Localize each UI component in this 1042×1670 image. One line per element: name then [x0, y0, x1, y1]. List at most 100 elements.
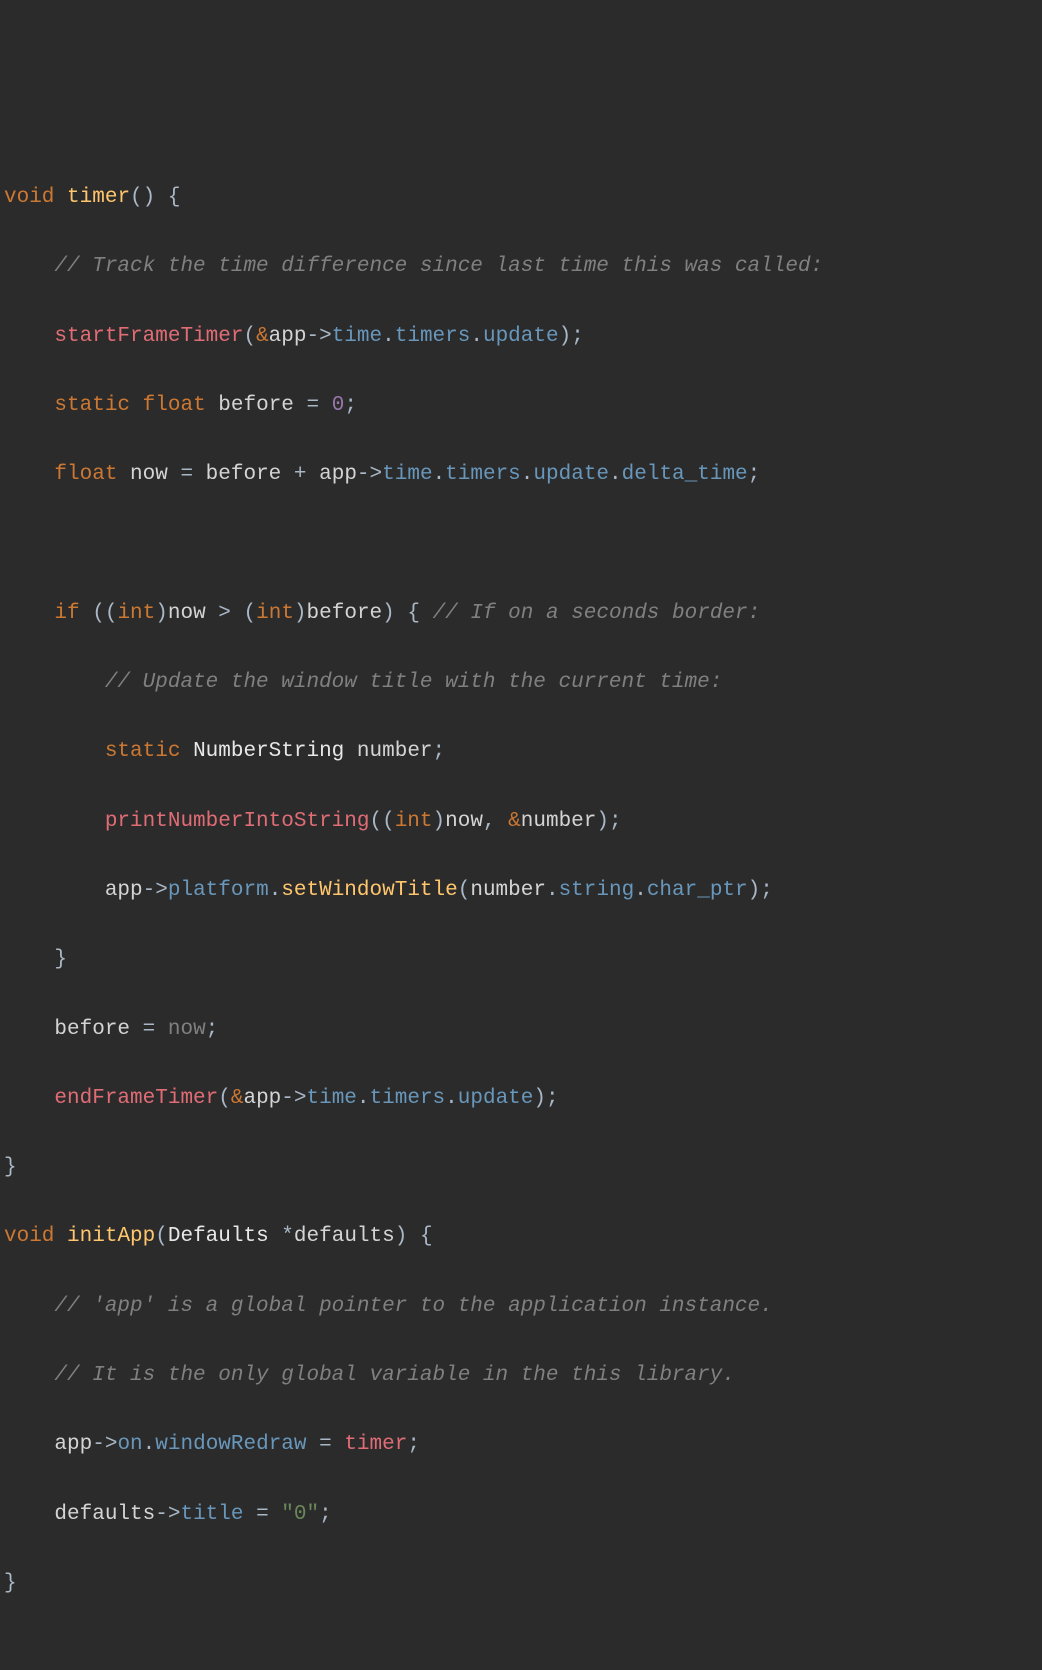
semicolon: ; — [748, 463, 761, 486]
dot: . — [445, 1087, 458, 1110]
keyword-void: void — [4, 186, 54, 209]
keyword-float: float — [54, 463, 117, 486]
member: update — [533, 463, 609, 486]
paren-open: ( — [244, 602, 257, 625]
ampersand: & — [256, 325, 269, 348]
semicolon: ; — [344, 394, 357, 417]
paren: (( — [80, 602, 118, 625]
semicolon: ; — [319, 1503, 332, 1526]
member: timers — [395, 325, 471, 348]
function-name: timer — [67, 186, 130, 209]
equals: = — [307, 1433, 345, 1456]
member: delta_time — [622, 463, 748, 486]
member: update — [483, 325, 559, 348]
dot: . — [546, 879, 559, 902]
semicolon: ; — [760, 879, 773, 902]
keyword-int: int — [395, 810, 433, 833]
member: on — [117, 1433, 142, 1456]
type-name: NumberString — [193, 740, 344, 763]
arrow-operator: -> — [155, 1503, 180, 1526]
variable: app — [269, 325, 307, 348]
arrow-operator: -> — [357, 463, 382, 486]
variable: before — [307, 602, 383, 625]
parameter: defaults — [294, 1225, 395, 1248]
code-line: before = now; — [4, 1013, 1038, 1048]
code-line: printNumberIntoString((int)now, &number)… — [4, 805, 1038, 840]
semicolon: ; — [407, 1433, 420, 1456]
ampersand: & — [231, 1087, 244, 1110]
variable: app — [105, 879, 143, 902]
paren: (( — [369, 810, 394, 833]
brace-close: } — [54, 948, 67, 971]
keyword-static: static — [54, 394, 130, 417]
variable: now — [168, 1018, 206, 1041]
variable: number — [357, 740, 433, 763]
arrow-operator: -> — [281, 1087, 306, 1110]
variable: now — [168, 602, 206, 625]
member: timers — [445, 463, 521, 486]
member: update — [458, 1087, 534, 1110]
function-name: initApp — [67, 1225, 155, 1248]
keyword-float: float — [143, 394, 206, 417]
code-line: } — [4, 1151, 1038, 1186]
variable: before — [218, 394, 294, 417]
comment: // If on a seconds border: — [420, 602, 760, 625]
code-line: // It is the only global variable in the… — [4, 1359, 1038, 1394]
function-call: startFrameTimer — [54, 325, 243, 348]
comment: // Track the time difference since last … — [54, 255, 823, 278]
paren-open: ( — [458, 879, 471, 902]
variable: before — [54, 1018, 130, 1041]
function-ref: timer — [344, 1433, 407, 1456]
variable: app — [319, 463, 357, 486]
equals: = — [130, 1018, 168, 1041]
paren-close: ) — [155, 602, 168, 625]
equals: = — [168, 463, 206, 486]
code-line: void timer() { — [4, 181, 1038, 216]
semicolon: ; — [433, 740, 446, 763]
number-literal: 0 — [332, 394, 345, 417]
member: timers — [370, 1087, 446, 1110]
comma: , — [483, 810, 508, 833]
variable: now — [130, 463, 168, 486]
brace-open: { — [407, 1225, 432, 1248]
arrow-operator: -> — [92, 1433, 117, 1456]
paren-close: ) — [294, 602, 307, 625]
paren-open: ( — [243, 325, 256, 348]
member: platform — [168, 879, 269, 902]
paren-close: ) — [596, 810, 609, 833]
code-line: // Update the window title with the curr… — [4, 666, 1038, 701]
keyword-void: void — [4, 1225, 54, 1248]
function-call: printNumberIntoString — [105, 810, 370, 833]
equals: = — [294, 394, 332, 417]
equals: = — [243, 1503, 281, 1526]
dot: . — [609, 463, 622, 486]
paren-close: ) — [143, 186, 156, 209]
paren-close: ) — [533, 1087, 546, 1110]
brace-open: { — [155, 186, 180, 209]
code-line: if ((int)now > (int)before) { // If on a… — [4, 597, 1038, 632]
paren-close: ) — [395, 1225, 408, 1248]
variable: app — [54, 1433, 92, 1456]
brace-close: } — [4, 1572, 17, 1595]
semicolon: ; — [609, 810, 622, 833]
paren-close: ) — [433, 810, 446, 833]
paren-open: ( — [130, 186, 143, 209]
code-editor[interactable]: void timer() { // Track the time differe… — [4, 147, 1038, 1637]
keyword-int: int — [117, 602, 155, 625]
dot: . — [357, 1087, 370, 1110]
type-name: Defaults — [168, 1225, 269, 1248]
semicolon: ; — [206, 1018, 219, 1041]
code-line: defaults->title = "0"; — [4, 1498, 1038, 1533]
paren-close: ) — [748, 879, 761, 902]
code-line-empty — [4, 528, 1038, 563]
member: time — [332, 325, 382, 348]
code-line: // Track the time difference since last … — [4, 250, 1038, 285]
star: * — [269, 1225, 294, 1248]
member: string — [559, 879, 635, 902]
keyword-static: static — [105, 740, 181, 763]
ampersand: & — [508, 810, 521, 833]
method-call: setWindowTitle — [281, 879, 457, 902]
dot: . — [433, 463, 446, 486]
variable: app — [243, 1087, 281, 1110]
code-line: } — [4, 1567, 1038, 1602]
